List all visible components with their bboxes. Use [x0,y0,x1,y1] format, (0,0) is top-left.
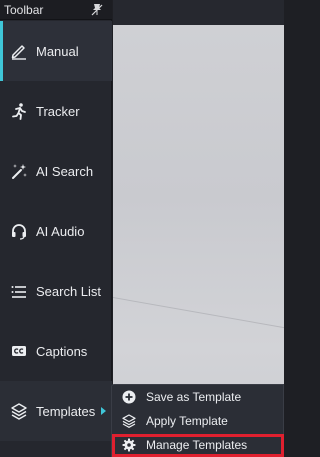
highlight-box [112,434,284,457]
tool-ai-search[interactable]: AI Search [0,141,112,201]
tool-label: Manual [36,43,79,59]
tool-tracker[interactable]: Tracker [0,81,112,141]
tool-captions[interactable]: Captions [0,321,112,381]
layers-icon [9,401,29,421]
menu-item-apply-template[interactable]: Apply Template [112,409,285,433]
toolbar-title: Toolbar [4,3,44,17]
toolbar-panel: Toolbar Manual Tracker AI Search AI Audi… [0,0,112,457]
tool-label: AI Search [36,163,94,179]
submenu-label: Apply Template [146,414,228,428]
pencil-icon [9,41,29,61]
pin-icon[interactable] [90,3,104,17]
tool-ai-audio[interactable]: AI Audio [0,201,112,261]
submenu-label: Save as Template [146,390,242,404]
canvas-line [113,297,284,333]
submenu-arrow-icon [101,407,106,415]
magic-wand-icon [9,161,29,181]
toolbar-header: Toolbar [0,0,112,20]
tool-label: Tracker [36,103,80,119]
tool-search-list[interactable]: Search List [0,261,112,321]
tool-templates[interactable]: Templates [0,381,112,441]
headphones-icon [9,221,29,241]
menu-item-save-as-template[interactable]: Save as Template [112,385,285,409]
running-person-icon [9,101,29,121]
plus-circle-icon [122,390,136,404]
tool-label: AI Audio [36,223,85,239]
tool-manual[interactable]: Manual [0,21,112,81]
tool-label: Templates [36,403,96,419]
tool-label: Search List [36,283,102,299]
closed-captions-icon [9,341,29,361]
layers-icon [122,414,136,428]
list-icon [9,281,29,301]
canvas-top-strip [113,0,284,25]
tool-label: Captions [36,343,88,359]
